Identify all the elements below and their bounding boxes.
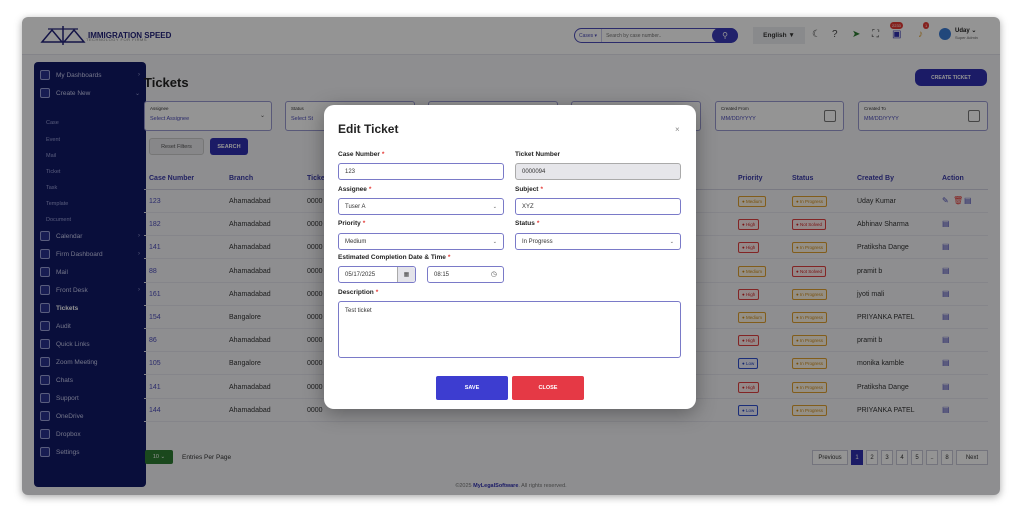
field-value: 0000094 [522, 168, 546, 175]
subject-label: Subject * [515, 186, 543, 193]
case-number-label: Case Number * [338, 151, 384, 158]
status-select[interactable]: In Progress ⌄ [515, 233, 681, 250]
field-value: 05/17/2025 [345, 271, 376, 278]
description-label: Description * [338, 289, 378, 296]
required-mark: * [381, 151, 385, 158]
close-button[interactable]: CLOSE [512, 376, 584, 400]
required-mark: * [368, 186, 372, 193]
label-text: Assignee [338, 186, 367, 193]
modal-title: Edit Ticket [338, 122, 399, 136]
edit-ticket-modal: Edit Ticket × Case Number * 123 Ticket Nu… [324, 105, 696, 409]
status-label: Status * [515, 220, 539, 227]
chevron-down-icon: ⌄ [669, 239, 674, 245]
label-text: Description [338, 289, 374, 296]
required-mark: * [375, 289, 379, 296]
description-textarea[interactable]: Test ticket [338, 301, 681, 358]
ect-label: Estimated Completion Date & Time * [338, 254, 450, 261]
clock-icon: ◷ [490, 271, 497, 278]
field-value: Tuser A [345, 203, 366, 210]
label-text: Priority [338, 220, 361, 227]
label-text: Estimated Completion Date & Time [338, 254, 446, 261]
assignee-label: Assignee * [338, 186, 371, 193]
ticket-number-field: 0000094 [515, 163, 681, 180]
save-button[interactable]: SAVE [436, 376, 508, 400]
close-icon[interactable]: × [675, 125, 680, 134]
ticket-number-label: Ticket Number [515, 151, 561, 158]
field-value: 08:15 [434, 271, 450, 278]
chevron-down-icon: ⌄ [492, 204, 497, 210]
date-field[interactable]: 05/17/2025 ▦ [338, 266, 416, 283]
required-mark: * [540, 186, 544, 193]
case-number-field[interactable]: 123 [338, 163, 504, 180]
field-value: 123 [345, 168, 356, 175]
calendar-icon[interactable]: ▦ [397, 267, 415, 282]
priority-label: Priority * [338, 220, 365, 227]
chevron-down-icon: ⌄ [492, 239, 497, 245]
label-text: Status [515, 220, 535, 227]
required-mark: * [447, 254, 451, 261]
label-text: Case Number [338, 151, 380, 158]
required-mark: * [362, 220, 366, 227]
field-value: In Progress [522, 238, 553, 245]
subject-field[interactable]: XYZ [515, 198, 681, 215]
required-mark: * [536, 220, 540, 227]
priority-select[interactable]: Medium ⌄ [338, 233, 504, 250]
label-text: Subject [515, 186, 539, 193]
field-value: Medium [345, 238, 367, 245]
assignee-select[interactable]: Tuser A ⌄ [338, 198, 504, 215]
field-value: XYZ [522, 203, 534, 210]
time-field[interactable]: 08:15 ◷ [427, 266, 504, 283]
